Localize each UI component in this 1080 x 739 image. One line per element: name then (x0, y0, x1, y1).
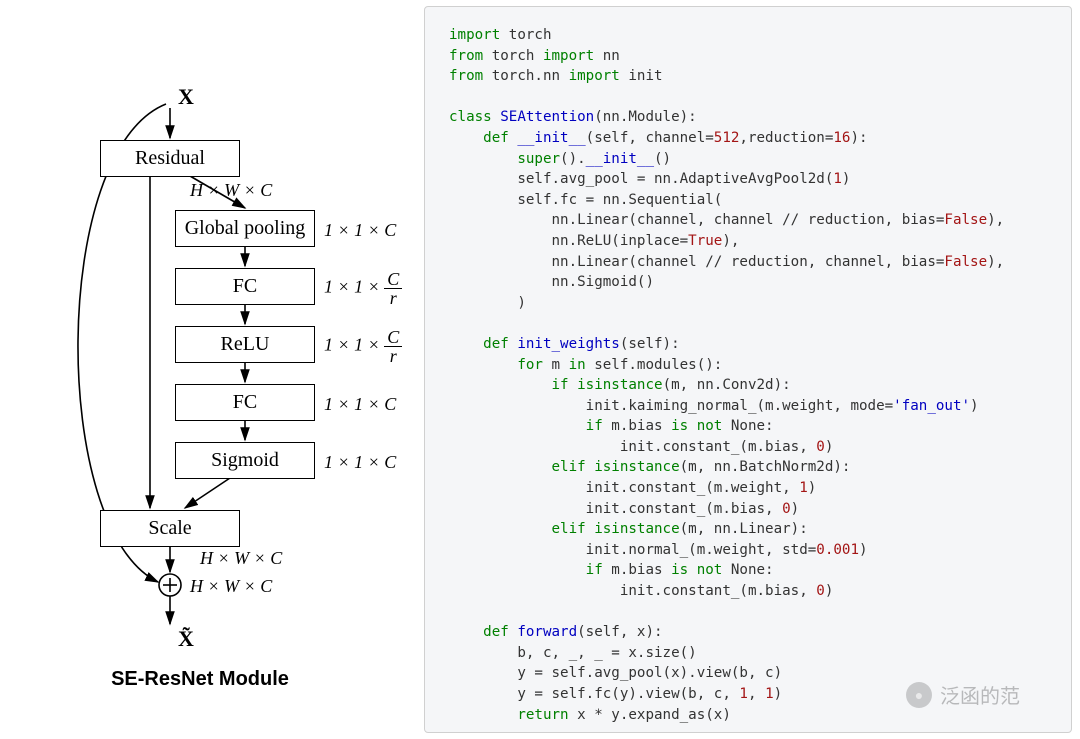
node-residual: Residual (100, 140, 240, 177)
dim-scale: H × W × C (200, 548, 282, 569)
dim-sigmoid: 1 × 1 × C (324, 452, 396, 473)
dim-residual: H × W × C (190, 180, 272, 201)
dim-fc1: 1 × 1 × Cr (324, 270, 402, 307)
node-relu: ReLU (175, 326, 315, 363)
dim-fc2: 1 × 1 × C (324, 394, 396, 415)
node-fc2: FC (175, 384, 315, 421)
code-panel: import torch from torch import nn from t… (420, 0, 1080, 739)
diagram-caption: SE-ResNet Module (50, 668, 350, 691)
node-sigmoid: Sigmoid (175, 442, 315, 479)
node-global-pool: Global pooling (175, 210, 315, 247)
code-block: import torch from torch import nn from t… (424, 6, 1072, 733)
dim-plus: H × W × C (190, 576, 272, 597)
node-scale: Scale (100, 510, 240, 547)
se-resnet-diagram: X Residual H × W × C Global pooling 1 × … (40, 90, 400, 710)
dim-global-pool: 1 × 1 × C (324, 220, 396, 241)
dim-relu: 1 × 1 × Cr (324, 328, 402, 365)
node-fc1: FC (175, 268, 315, 305)
diagram-panel: X Residual H × W × C Global pooling 1 × … (0, 0, 420, 739)
output-x-tilde: X̃ (178, 626, 194, 652)
input-x: X (178, 84, 194, 110)
